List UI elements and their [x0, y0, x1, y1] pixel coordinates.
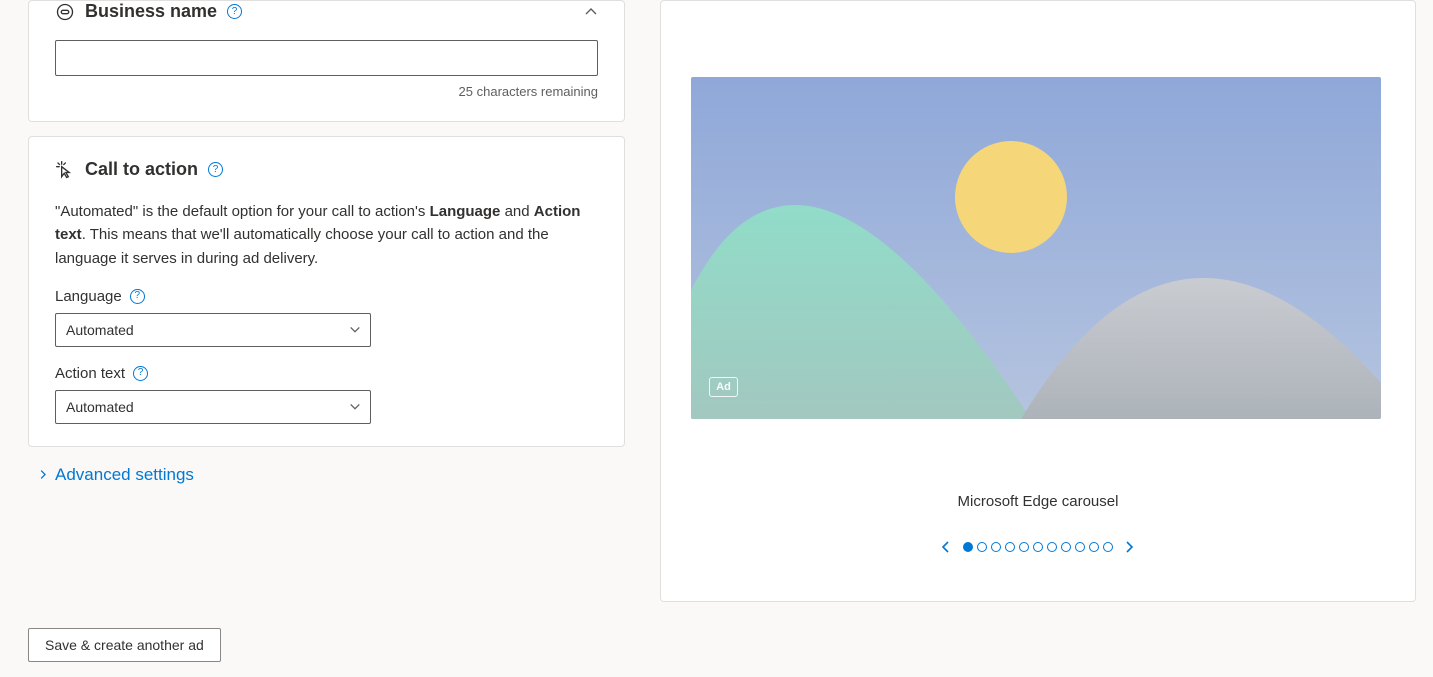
carousel-dot[interactable]: [963, 542, 973, 552]
language-select[interactable]: Automated: [55, 313, 371, 347]
carousel-dot[interactable]: [1005, 542, 1015, 552]
help-icon[interactable]: [130, 289, 145, 304]
carousel-dot[interactable]: [1061, 542, 1071, 552]
help-icon[interactable]: [208, 162, 223, 177]
carousel-dot[interactable]: [1047, 542, 1057, 552]
advanced-settings-label: Advanced settings: [55, 465, 194, 485]
action-text-label: Action text: [55, 365, 125, 382]
carousel-next-icon[interactable]: [1123, 540, 1137, 554]
carousel-nav: [691, 540, 1385, 554]
help-icon[interactable]: [133, 366, 148, 381]
action-text-label-row: Action text: [55, 365, 598, 382]
chevron-right-icon: [38, 469, 49, 480]
language-label-row: Language: [55, 288, 598, 305]
language-label: Language: [55, 288, 122, 305]
carousel-dot[interactable]: [1089, 542, 1099, 552]
carousel-dot[interactable]: [991, 542, 1001, 552]
help-icon[interactable]: [227, 4, 242, 19]
save-create-another-button[interactable]: Save & create another ad: [28, 628, 221, 662]
advanced-settings-toggle[interactable]: Advanced settings: [38, 465, 625, 485]
carousel-dot[interactable]: [1075, 542, 1085, 552]
carousel-prev-icon[interactable]: [939, 540, 953, 554]
business-name-title: Business name: [85, 1, 217, 22]
carousel-dot[interactable]: [1033, 542, 1043, 552]
cursor-click-icon: [55, 160, 75, 180]
badge-icon: [55, 2, 75, 22]
ad-badge: Ad: [709, 377, 738, 397]
business-name-header[interactable]: Business name: [55, 1, 598, 22]
cta-description: "Automated" is the default option for yo…: [55, 200, 598, 270]
action-text-select[interactable]: Automated: [55, 390, 371, 424]
chevron-up-icon[interactable]: [584, 5, 598, 19]
carousel-dot[interactable]: [1019, 542, 1029, 552]
carousel-dot[interactable]: [1103, 542, 1113, 552]
preview-caption: Microsoft Edge carousel: [691, 493, 1385, 510]
cta-header: Call to action: [55, 159, 598, 180]
call-to-action-section: Call to action "Automated" is the defaul…: [28, 136, 625, 447]
business-name-section: Business name 25 characters remaining: [28, 0, 625, 122]
carousel-dot[interactable]: [977, 542, 987, 552]
cta-title: Call to action: [85, 159, 198, 180]
preview-image: Ad: [691, 77, 1381, 419]
characters-remaining: 25 characters remaining: [55, 84, 598, 99]
preview-card: Ad Microsoft Edge carousel: [660, 0, 1416, 602]
business-name-input[interactable]: [55, 40, 598, 76]
